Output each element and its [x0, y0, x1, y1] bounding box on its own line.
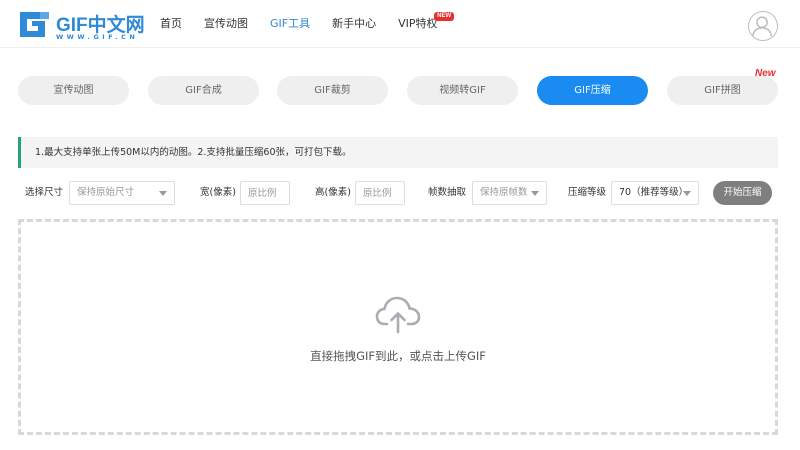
tab-gif-collage[interactable]: GIF拼图 [667, 76, 778, 105]
nav-item-promo-gifs[interactable]: 宣传动图 [204, 0, 248, 48]
nav-item-beginner-center[interactable]: 新手中心 [332, 0, 376, 48]
cloud-upload-icon [375, 296, 421, 334]
start-compress-button[interactable]: 开始压缩 [713, 181, 772, 205]
user-avatar[interactable] [748, 11, 778, 41]
nav-item-vip[interactable]: VIP特权 NEW [398, 0, 455, 48]
nav-item-vip-label: VIP特权 [398, 17, 438, 30]
notice-bar: 1.最大支持单张上传50M以内的动图。2.支持批量压缩60张，可打包下载。 [18, 137, 778, 168]
width-input[interactable] [240, 181, 290, 205]
tab-video-to-gif[interactable]: 视频转GIF [407, 76, 518, 105]
logo-mark-icon [20, 12, 49, 37]
tool-tabs: 宣传动图 GIF合成 GIF裁剪 视频转GIF GIF压缩 GIF拼图 [18, 76, 778, 105]
size-select[interactable]: 保持原始尺寸 [69, 181, 175, 205]
main-nav: 首页 宣传动图 GIF工具 新手中心 VIP特权 NEW [160, 0, 460, 48]
height-input[interactable] [355, 181, 405, 205]
tab-gif-compose[interactable]: GIF合成 [148, 76, 259, 105]
chevron-down-icon [531, 191, 539, 196]
nav-item-home[interactable]: 首页 [160, 0, 182, 48]
frames-label: 帧数抽取 [428, 187, 467, 198]
new-tag: New [755, 68, 776, 79]
user-avatar-icon [751, 16, 773, 37]
tab-gif-crop[interactable]: GIF裁剪 [277, 76, 388, 105]
size-label: 选择尺寸 [25, 187, 64, 198]
size-select-value: 保持原始尺寸 [77, 187, 135, 198]
tab-gif-compress[interactable]: GIF压缩 [537, 76, 648, 105]
frames-select-value: 保持原帧数 [480, 187, 528, 198]
upload-dropzone[interactable]: 直接拖拽GIF到此，或点击上传GIF [18, 219, 778, 435]
height-label: 高(像素) [315, 187, 351, 198]
new-badge: NEW [434, 12, 455, 21]
logo-url: WWW.GIF.CN [56, 33, 139, 41]
site-logo[interactable]: GIF中文网 WWW.GIF.CN [18, 10, 148, 42]
frames-select[interactable]: 保持原帧数 [472, 181, 547, 205]
nav-item-gif-tools[interactable]: GIF工具 [270, 0, 310, 48]
level-select[interactable]: 70（推荐等级） [611, 181, 699, 205]
width-label: 宽(像素) [200, 187, 236, 198]
chevron-down-icon [683, 191, 691, 196]
top-header: GIF中文网 WWW.GIF.CN 首页 宣传动图 GIF工具 新手中心 VIP… [0, 0, 800, 48]
level-select-value: 70（推荐等级） [619, 187, 689, 198]
level-label: 压缩等级 [568, 187, 607, 198]
page: GIF中文网 WWW.GIF.CN 首页 宣传动图 GIF工具 新手中心 VIP… [0, 0, 800, 450]
tab-promo-gifs[interactable]: 宣传动图 [18, 76, 129, 105]
dropzone-text: 直接拖拽GIF到此，或点击上传GIF [310, 349, 486, 363]
chevron-down-icon [159, 191, 167, 196]
